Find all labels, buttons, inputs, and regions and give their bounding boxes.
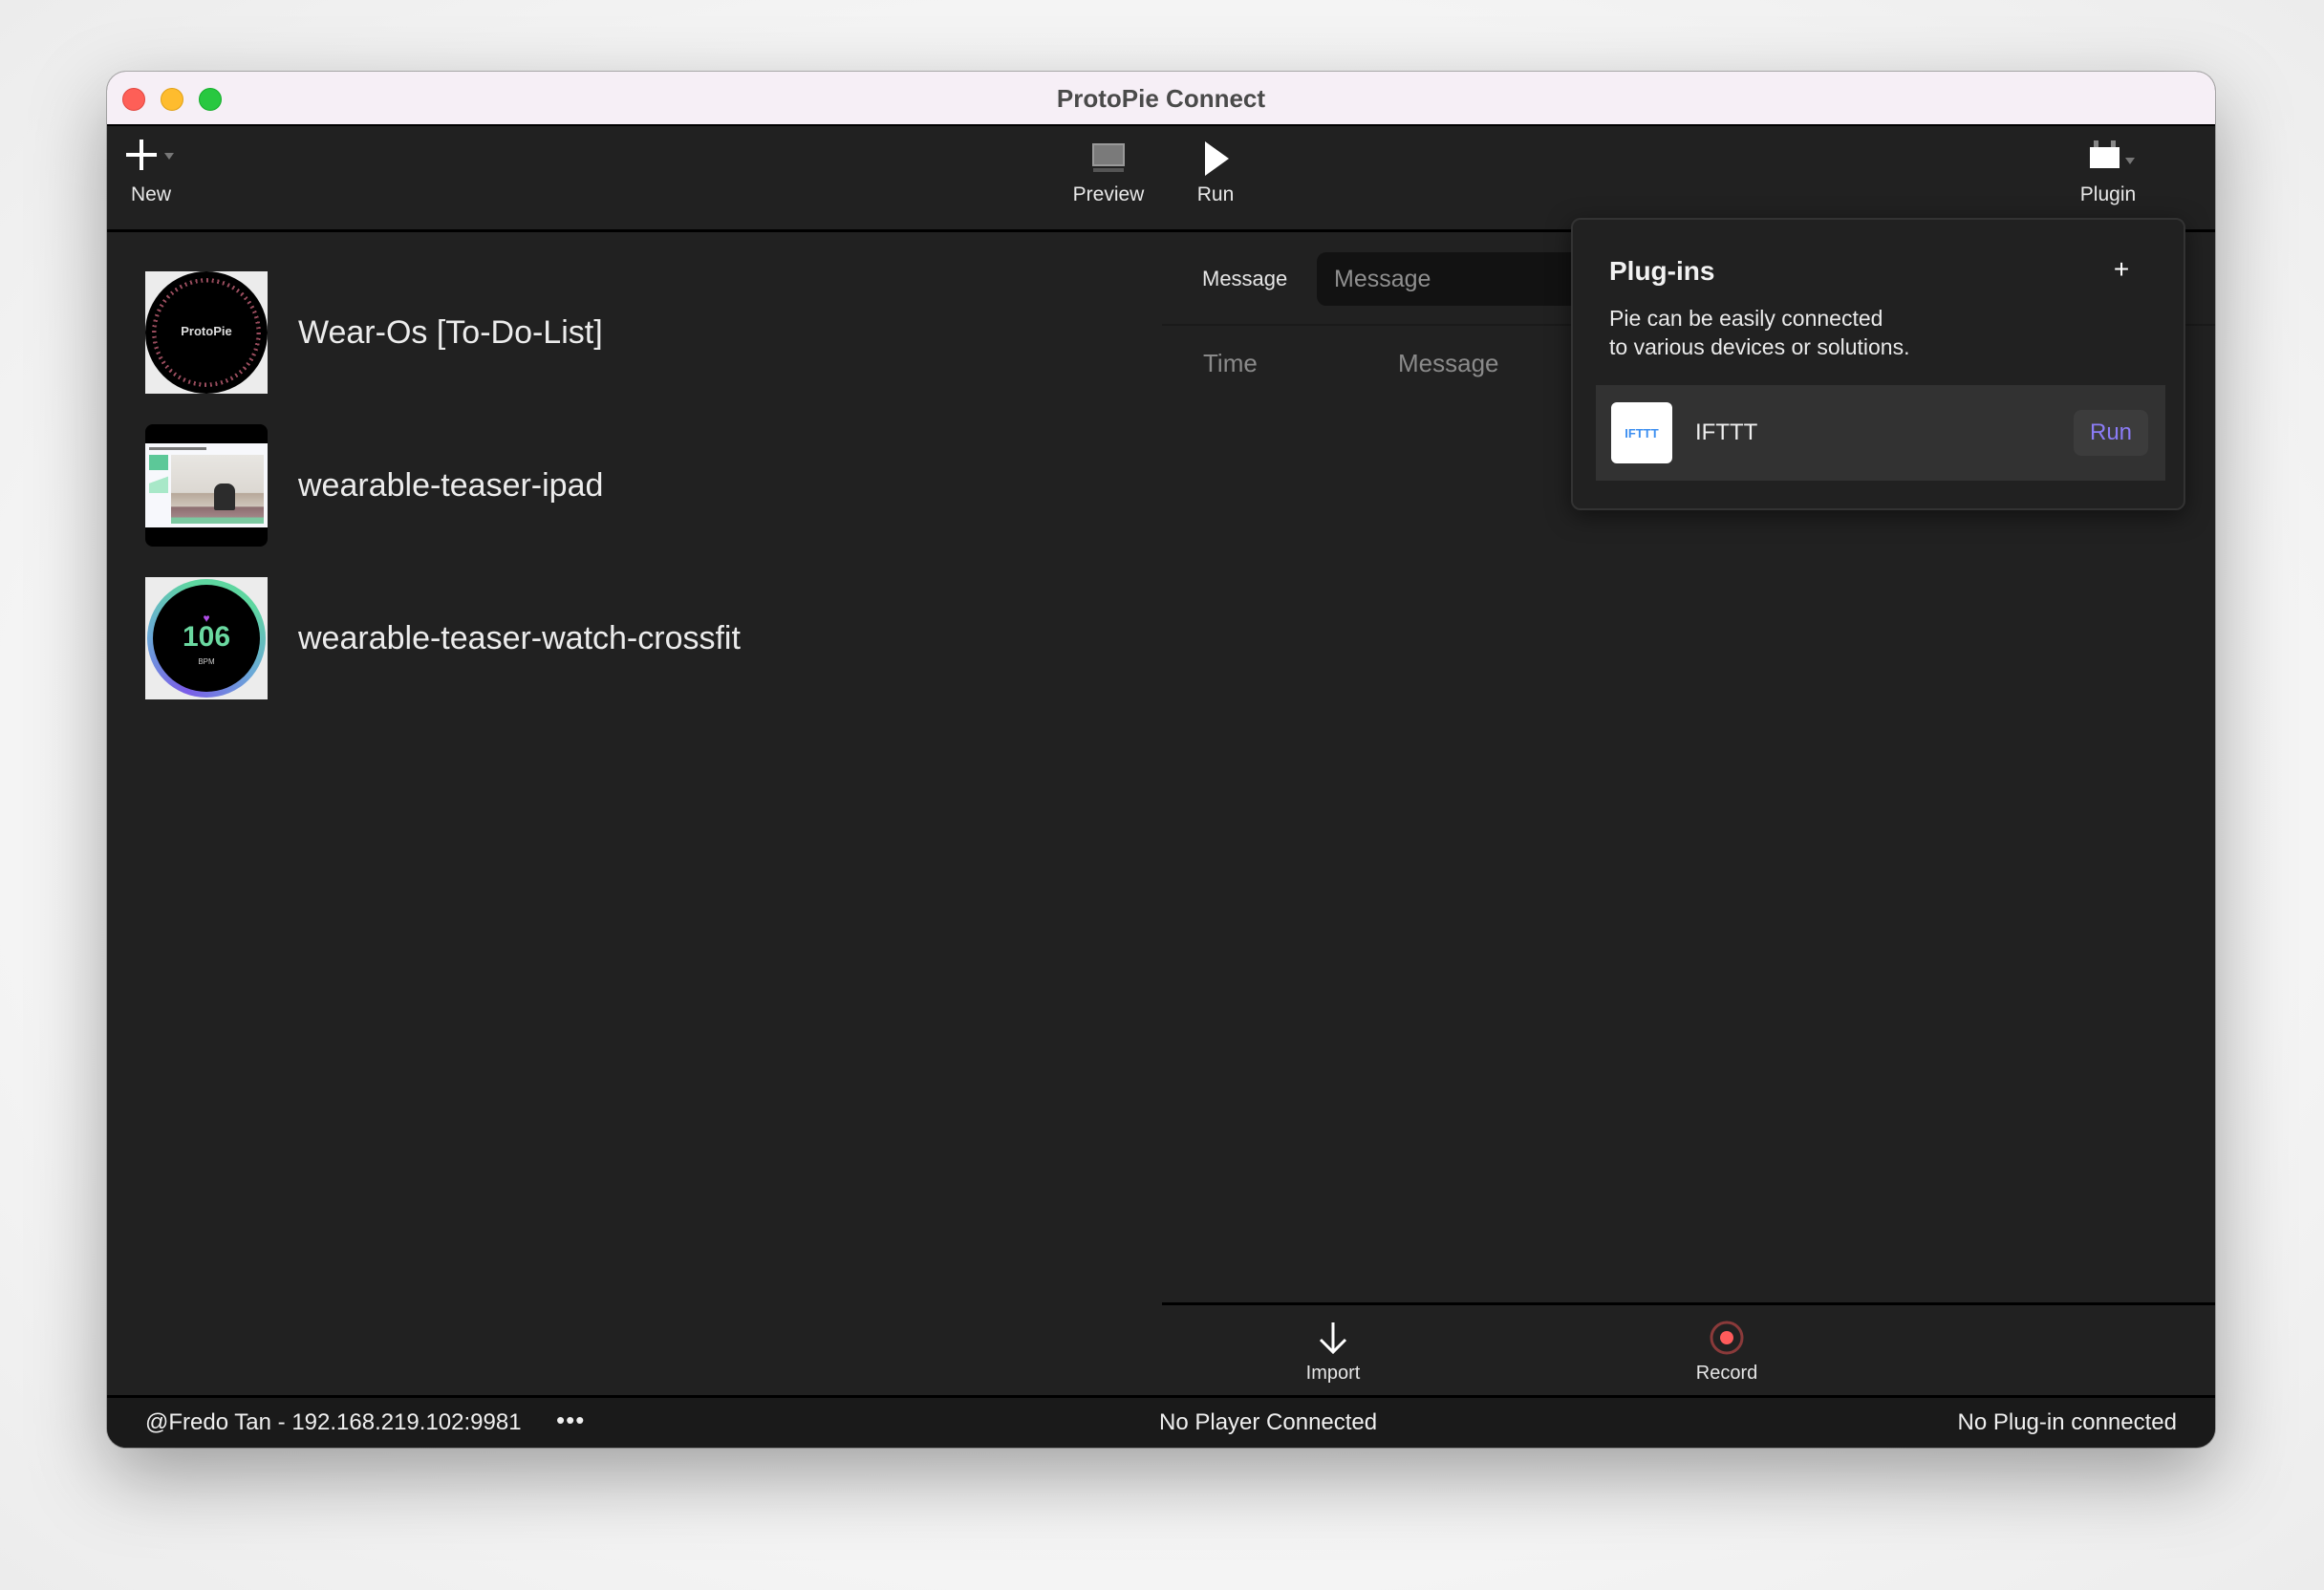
project-name: wearable-teaser-watch-crossfit xyxy=(298,619,741,656)
popover-description: Pie can be easily connected to various d… xyxy=(1609,304,2087,361)
clear-button[interactable]: Clear xyxy=(2189,1319,2215,1385)
project-item[interactable]: ♥ 106 BPM wearable-teaser-watch-crossfit xyxy=(145,577,1101,699)
player-status: No Player Connected xyxy=(1159,1409,1378,1435)
thumbnail-brand-text: ProtoPie xyxy=(181,324,232,338)
user-connection-info: @Fredo Tan - 192.168.219.102:9981 xyxy=(145,1409,522,1435)
run-button[interactable]: Run xyxy=(1158,126,1273,229)
description-line: Pie can be easily connected xyxy=(1609,306,1883,331)
add-plugin-button[interactable]: + xyxy=(2107,254,2136,285)
message-label: Message xyxy=(1202,267,1288,290)
more-options-icon[interactable]: ••• xyxy=(556,1406,585,1435)
chevron-down-icon xyxy=(164,153,174,160)
record-button[interactable]: Record xyxy=(1669,1319,1784,1385)
project-name: wearable-teaser-ipad xyxy=(298,466,604,504)
trash-icon xyxy=(2189,1319,2215,1359)
run-plugin-button[interactable]: Run xyxy=(2074,410,2148,456)
project-thumbnail xyxy=(145,424,268,547)
popover-title: Plug-ins xyxy=(1609,256,1715,286)
monitor-icon xyxy=(1051,126,1166,183)
plug-icon xyxy=(2051,126,2165,183)
bpm-value: 106 xyxy=(182,621,231,653)
chevron-down-icon xyxy=(2125,158,2135,164)
status-bar: @Fredo Tan - 192.168.219.102:9981 ••• No… xyxy=(107,1395,2215,1448)
main-toolbar: New Preview Run Plugin xyxy=(107,126,2215,232)
plugin-label: Plugin xyxy=(2079,183,2137,205)
arrow-down-icon xyxy=(1276,1319,1390,1359)
preview-button[interactable]: Preview xyxy=(1051,126,1166,229)
plugins-popover: Plug-ins + Pie can be easily connected t… xyxy=(1571,218,2185,510)
run-label: Run xyxy=(1196,183,1235,205)
play-icon xyxy=(1158,126,1273,183)
plugin-button[interactable]: Plugin xyxy=(2051,126,2165,229)
bpm-unit: BPM xyxy=(198,657,215,666)
project-item[interactable]: wearable-teaser-ipad xyxy=(145,424,1101,547)
project-item[interactable]: ProtoPie Wear-Os [To-Do-List] xyxy=(145,271,1101,394)
plus-icon xyxy=(107,126,208,183)
plugin-status: No Plug-in connected xyxy=(1957,1409,2177,1435)
record-label: Record xyxy=(1695,1363,1758,1384)
project-thumbnail: ProtoPie xyxy=(145,271,268,394)
column-header-message: Message xyxy=(1398,349,1499,377)
ifttt-logo-icon: IFTTT xyxy=(1611,402,1672,463)
column-header-time: Time xyxy=(1203,349,1258,377)
new-label: New xyxy=(130,183,171,205)
title-bar: ProtoPie Connect xyxy=(107,72,2215,126)
import-button[interactable]: Import xyxy=(1276,1319,1390,1385)
plugin-name: IFTTT xyxy=(1695,419,1758,445)
import-label: Import xyxy=(1305,1363,1361,1384)
message-toolbar: Import Record Clear xyxy=(1162,1302,2215,1395)
plugin-item-ifttt: IFTTT IFTTT Run xyxy=(1596,385,2165,481)
project-name: Wear-Os [To-Do-List] xyxy=(298,313,603,351)
window-title: ProtoPie Connect xyxy=(1056,84,1266,113)
project-list: ProtoPie Wear-Os [To-Do-List] wearable-t… xyxy=(107,232,1162,1395)
app-window: ProtoPie Connect New Preview Run Plugin … xyxy=(107,72,2215,1448)
new-button[interactable]: New xyxy=(107,126,208,229)
record-icon xyxy=(1669,1319,1784,1359)
preview-label: Preview xyxy=(1072,183,1145,205)
project-thumbnail: ♥ 106 BPM xyxy=(145,577,268,699)
description-line: to various devices or solutions. xyxy=(1609,334,1910,359)
